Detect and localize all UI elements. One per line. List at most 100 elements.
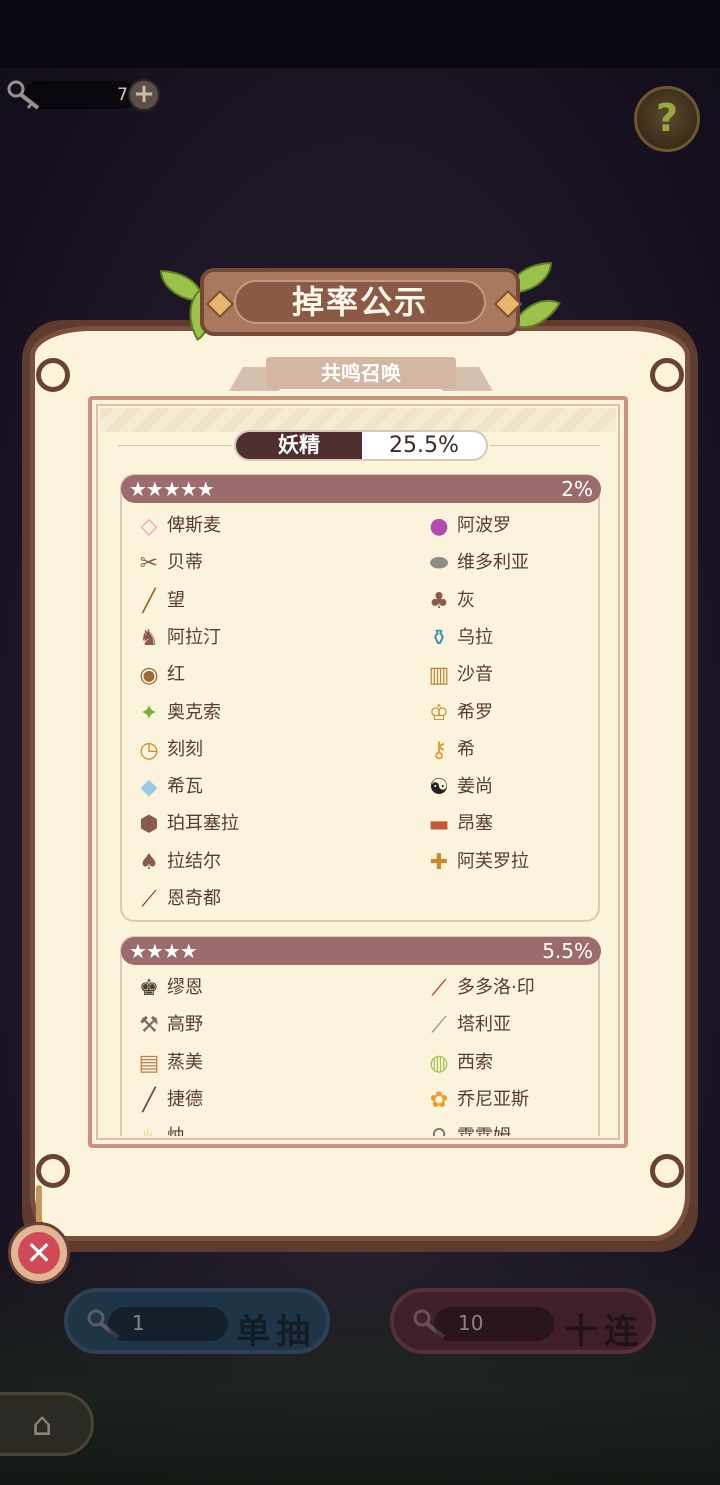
scissors-icon: ✂ xyxy=(139,551,159,577)
drop-rate-list[interactable]: 妖精 25.5% ★★★★★ 2% ◇ 俾斯麦 ● 阿波罗 ✂ 贝蒂 ⬬ 维多利亚 ╱ 望 ♣ 灰 ♞ 阿… xyxy=(100,408,616,1136)
category-tab[interactable]: 妖精 25.5% xyxy=(234,430,488,461)
item-name: 高野 xyxy=(167,1014,203,1036)
list-item: ♚ 缪恩 xyxy=(134,970,334,1006)
star-rating: ★★★★★ xyxy=(129,477,215,501)
ten-draw-label: 十连 xyxy=(564,1312,644,1352)
purple-orb-icon: ● xyxy=(429,514,449,539)
list-item: ◍ 西索 xyxy=(424,1045,616,1081)
gem-ornament xyxy=(493,289,523,319)
single-draw-button[interactable]: 1 单抽 xyxy=(64,1288,330,1354)
single-draw-count: 1 xyxy=(132,1311,145,1335)
list-item: ⟋ 塔利亚 xyxy=(424,1007,616,1043)
list-item: ♞ 阿拉汀 xyxy=(134,620,334,656)
telescope-icon: ╱ xyxy=(142,588,156,614)
item-name: 阿芙罗拉 xyxy=(457,850,529,872)
list-item: ▥ 沙音 xyxy=(424,657,616,693)
corner-ornament xyxy=(650,1154,684,1188)
list-item: ⟋ 恩奇都 xyxy=(134,881,334,917)
list-item: ● 阿波罗 xyxy=(424,508,616,544)
item-name: 维多利亚 xyxy=(457,552,529,574)
item-name: 拉结尔 xyxy=(167,850,221,872)
yin-yang-icon: ☯ xyxy=(429,775,449,801)
list-item: ♠ 拉结尔 xyxy=(134,844,334,880)
list-item: ⚷ 希 xyxy=(424,732,616,768)
single-draw-cost: 1 xyxy=(108,1307,228,1341)
list-item: ✚ 阿芙罗拉 xyxy=(424,844,616,880)
key-icon: ⚷ xyxy=(430,737,448,763)
subtitle: 共鸣召唤 xyxy=(266,357,456,389)
pocket-watch-icon: ◷ xyxy=(139,737,159,763)
summon-key-icon xyxy=(7,80,40,110)
ash-icon: ♣ xyxy=(429,588,449,614)
category-name: 妖精 xyxy=(236,432,362,459)
list-item: ♣ 灰 xyxy=(424,583,616,619)
item-name: 姜尚 xyxy=(457,776,493,798)
fruits-icon: ✿ xyxy=(429,1087,449,1113)
list-item: ⟋ 多多洛·印 xyxy=(424,970,616,1006)
item-name: 俾斯麦 xyxy=(167,515,221,536)
list-item: ◇ 俾斯麦 xyxy=(134,508,334,544)
list-item: ♨烛 xyxy=(134,1119,334,1136)
rope-decoration xyxy=(36,1185,42,1225)
item-name: 刻刻 xyxy=(167,738,203,760)
scroll-icon: ♠ xyxy=(139,849,159,875)
item-name: 塔利亚 xyxy=(457,1014,511,1036)
list-item: ╱ 望 xyxy=(134,583,334,619)
candle-icon: ♨ xyxy=(134,1123,164,1136)
cage-icon: ▥ xyxy=(428,663,450,689)
item-name: 乔尼亚斯 xyxy=(457,1088,529,1110)
category-rate: 25.5% xyxy=(389,433,459,458)
item-name: 阿拉汀 xyxy=(167,626,221,648)
item-name: 希 xyxy=(457,738,475,760)
list-item: ☯ 姜尚 xyxy=(424,769,616,805)
add-keys-button[interactable]: + xyxy=(128,79,160,111)
home-button[interactable]: ⌂ xyxy=(0,1392,94,1456)
item-name: 灰 xyxy=(457,589,475,611)
divider xyxy=(490,445,600,446)
item-name: 希罗 xyxy=(457,701,493,723)
item-name: 缪恩 xyxy=(167,977,203,998)
page-title: 掉率公示 xyxy=(234,280,486,324)
close-button[interactable]: ✕ xyxy=(8,1222,70,1284)
list-item: ▤ 蒸美 xyxy=(134,1045,334,1081)
pinwheel-icon: ✦ xyxy=(139,700,159,726)
home-icon: ⌂ xyxy=(31,1405,53,1443)
list-item: ⬢ 珀耳塞拉 xyxy=(134,806,334,842)
title-plate: 掉率公示 xyxy=(200,268,523,336)
ten-draw-button[interactable]: 10 十连 xyxy=(390,1288,656,1354)
item-name: 西索 xyxy=(457,1051,493,1073)
pink-crystal-icon: ◇ xyxy=(140,514,158,539)
corner-ornament xyxy=(36,358,70,392)
item-name: 蒸美 xyxy=(167,1051,203,1073)
staff-icon: ⟋ xyxy=(141,887,157,912)
list-item: ◷ 刻刻 xyxy=(134,732,334,768)
list-item: ╱ 捷德 xyxy=(134,1082,334,1118)
item-name: 贝蒂 xyxy=(167,552,203,574)
basket-icon: ◉ xyxy=(139,663,159,689)
item-name: 沙音 xyxy=(457,664,493,686)
needle-icon: ╱ xyxy=(142,1087,156,1113)
hammer-icon: ⚒ xyxy=(139,1013,159,1039)
item-name: 多多洛·印 xyxy=(457,977,535,998)
item-name: 恩奇都 xyxy=(167,888,221,909)
single-draw-label: 单抽 xyxy=(236,1312,316,1352)
ten-draw-cost: 10 xyxy=(434,1307,554,1341)
list-item: ◉ 红 xyxy=(134,657,334,693)
help-button[interactable]: ? xyxy=(634,86,700,152)
close-icon: ✕ xyxy=(18,1232,60,1274)
list-item: ◆ 希瓦 xyxy=(134,769,334,805)
item-name: 望 xyxy=(167,589,185,611)
potion-icon: ⚱ xyxy=(429,625,449,651)
item-name: 阿波罗 xyxy=(457,515,511,536)
list-item: ⚱ 乌拉 xyxy=(424,620,616,656)
seal-brush-icon: ⟋ xyxy=(431,976,447,1001)
stone-icon: ⬢ xyxy=(139,812,159,838)
tier-rate: 2% xyxy=(561,477,593,501)
crown-icon: ♔ xyxy=(429,700,449,726)
scallop-border xyxy=(100,408,616,432)
list-item: ⬬ 维多利亚 xyxy=(424,545,616,581)
list-item: ✦ 奥克索 xyxy=(134,695,334,731)
subtitle-ribbon: 共鸣召唤 xyxy=(229,357,493,393)
list-item: ✂ 贝蒂 xyxy=(134,545,334,581)
background-foliage xyxy=(0,1240,720,1485)
